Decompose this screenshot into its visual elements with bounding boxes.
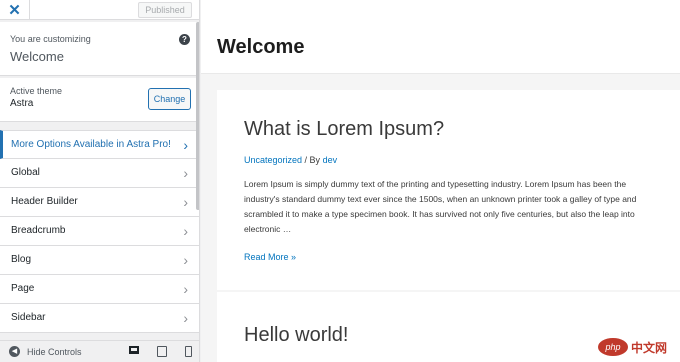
post-author-link[interactable]: dev	[323, 155, 338, 165]
chevron-right-icon: ›	[183, 165, 188, 181]
mobile-icon[interactable]	[185, 346, 192, 357]
customizer-window: ✕ Published You are customizing Welcome …	[0, 0, 680, 362]
device-preview-toggles	[129, 346, 192, 357]
watermark-logo: php 中文网	[598, 336, 676, 358]
post-meta: Uncategorized / By dev	[244, 155, 337, 165]
read-more-link[interactable]: Read More »	[244, 252, 296, 262]
site-header: Welcome	[201, 0, 680, 74]
customizing-info: You are customizing Welcome ?	[0, 22, 199, 76]
hide-controls-button[interactable]: Hide Controls	[27, 347, 82, 357]
chevron-right-icon: ›	[183, 281, 188, 297]
help-icon[interactable]: ?	[179, 34, 190, 45]
menu-item-label: Global	[11, 167, 40, 178]
change-theme-button[interactable]: Change	[148, 88, 191, 110]
site-name: Welcome	[10, 49, 64, 64]
menu-item-header-builder[interactable]: Header Builder ›	[0, 188, 199, 217]
customizer-sidebar: ✕ Published You are customizing Welcome …	[0, 0, 200, 362]
menu-item-breadcrumb[interactable]: Breadcrumb ›	[0, 217, 199, 246]
menu-item-sidebar[interactable]: Sidebar ›	[0, 304, 199, 333]
chevron-right-icon: ›	[183, 310, 188, 326]
chevron-right-icon: ›	[183, 252, 188, 268]
post-category-link[interactable]: Uncategorized	[244, 155, 302, 165]
menu-item-label: Header Builder	[11, 196, 78, 207]
chevron-right-icon: ›	[183, 194, 188, 210]
collapse-icon[interactable]: ◀	[9, 346, 20, 357]
customizing-label: You are customizing	[10, 34, 91, 44]
desktop-icon[interactable]	[129, 346, 139, 354]
menu-item-label: Breadcrumb	[11, 225, 66, 236]
chevron-right-icon: ›	[183, 223, 188, 239]
post-title[interactable]: What is Lorem Ipsum?	[244, 118, 444, 141]
chevron-right-icon: ›	[183, 137, 188, 153]
customizer-menu: More Options Available in Astra Pro! › G…	[0, 130, 199, 333]
sidebar-scrollbar[interactable]	[196, 22, 199, 210]
post-excerpt: Lorem Ipsum is simply dummy text of the …	[244, 179, 637, 234]
tablet-icon[interactable]	[157, 346, 167, 357]
site-preview: Welcome What is Lorem Ipsum? Uncategoriz…	[201, 0, 680, 362]
post-title[interactable]: Hello world!	[244, 324, 348, 347]
menu-item-label: Blog	[11, 254, 32, 265]
published-button[interactable]: Published	[138, 2, 192, 18]
customizer-topbar: ✕ Published	[0, 0, 199, 20]
watermark-php: php	[598, 338, 628, 356]
post-card: What is Lorem Ipsum? Uncategorized / By …	[217, 90, 680, 290]
menu-item-label: Sidebar	[11, 312, 46, 323]
customizer-footer: ◀ Hide Controls	[0, 340, 199, 362]
menu-item-page[interactable]: Page ›	[0, 275, 199, 304]
menu-item-label: More Options Available in Astra Pro!	[11, 139, 171, 150]
site-title[interactable]: Welcome	[217, 36, 304, 59]
menu-item-blog[interactable]: Blog ›	[0, 246, 199, 275]
active-theme-section: Active theme Astra Change	[0, 78, 199, 122]
watermark-cn: 中文网	[631, 340, 668, 355]
post-meta-separator: / By	[302, 155, 323, 165]
menu-item-astra-pro[interactable]: More Options Available in Astra Pro! ›	[0, 130, 199, 159]
menu-item-global[interactable]: Global ›	[0, 159, 199, 188]
close-icon[interactable]: ✕	[0, 0, 30, 20]
menu-item-label: Page	[11, 283, 35, 294]
